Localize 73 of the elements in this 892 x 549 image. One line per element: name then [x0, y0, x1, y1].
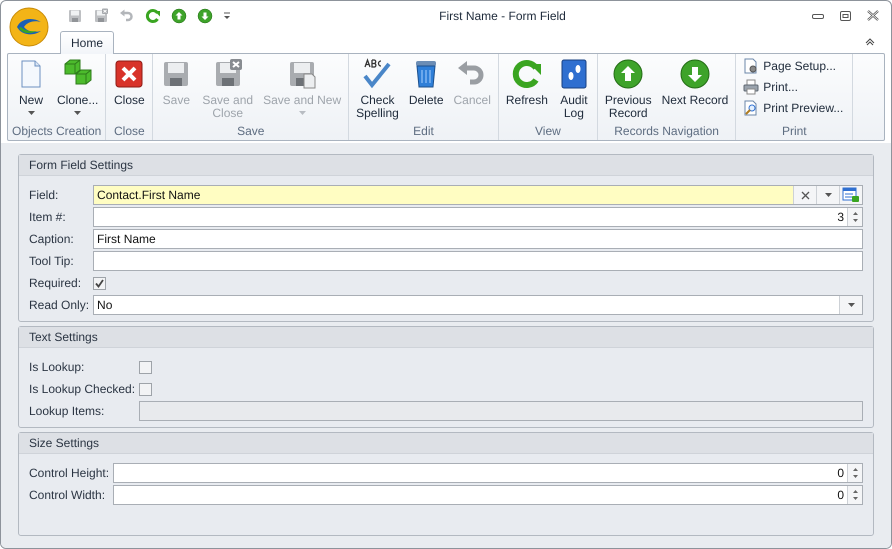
ribbon-small-button[interactable]: Print Preview...: [743, 100, 844, 116]
minimize-icon[interactable]: [812, 12, 824, 20]
spin-arrows-icon[interactable]: [852, 489, 858, 501]
group-header: Form Field Settings: [19, 155, 873, 176]
ribbon-tab[interactable]: Home: [60, 31, 114, 54]
app-logo[interactable]: [9, 7, 49, 47]
ribbon-button[interactable]: Next Record: [658, 58, 732, 122]
quick-access-button[interactable]: [195, 8, 215, 24]
field-label: Item #:: [29, 210, 67, 224]
dropdown-caret-icon[interactable]: [824, 193, 832, 197]
checkbox[interactable]: [139, 382, 152, 396]
caret-icon: [74, 111, 82, 115]
ribbon-small-button[interactable]: Print...: [743, 79, 844, 95]
group-label: View: [534, 123, 562, 140]
group-label: Close: [113, 123, 146, 140]
ribbon-small-button[interactable]: Page Setup...: [743, 58, 844, 74]
number-field[interactable]: 3: [93, 207, 863, 227]
field-label: Lookup Items:: [29, 404, 106, 418]
field-label: Read Only:: [29, 298, 90, 312]
ribbon-button[interactable]: Previous Record: [600, 58, 656, 122]
checkbox[interactable]: [139, 360, 152, 374]
group-label: Objects Creation: [11, 123, 102, 140]
refresh-icon: [145, 8, 161, 24]
field-label: Control Height:: [29, 466, 110, 480]
collapse-ribbon-icon[interactable]: [865, 38, 875, 46]
undo-arrow-icon: [119, 8, 135, 24]
ribbon-button[interactable]: Close: [109, 58, 150, 122]
restore-icon[interactable]: [840, 10, 851, 20]
quick-access-button[interactable]: [169, 8, 189, 24]
text-field[interactable]: [93, 251, 863, 271]
field-label: Tool Tip:: [29, 254, 75, 268]
spin-arrows-icon[interactable]: [852, 467, 858, 479]
ribbon-button[interactable]: Check Spelling: [352, 58, 403, 122]
print-preview-icon: [743, 100, 760, 116]
window-title: First Name - Form Field: [438, 8, 567, 22]
close-icon[interactable]: [867, 10, 879, 21]
quick-access-button[interactable]: [221, 12, 233, 20]
number-field[interactable]: 0: [113, 485, 863, 505]
field-label: Caption:: [29, 232, 75, 246]
ribbon-button[interactable]: New: [11, 58, 51, 122]
page-gear-icon: [743, 58, 760, 74]
dropdown-caret-icon[interactable]: [848, 303, 854, 307]
ribbon-button[interactable]: Audit Log: [554, 58, 594, 122]
ribbon-button[interactable]: Refresh: [502, 58, 552, 122]
group-label: Print: [780, 123, 808, 140]
dropdown-field[interactable]: No: [93, 295, 863, 315]
text-field[interactable]: First Name: [93, 229, 863, 249]
close-icon: [113, 58, 146, 90]
ribbon-button[interactable]: Clone...: [53, 58, 102, 122]
spelling-check-icon: [361, 58, 394, 90]
group-header: Text Settings: [19, 327, 873, 348]
field-label: Is Lookup:: [29, 360, 86, 374]
refresh-icon: [510, 58, 543, 90]
caret-icon: [28, 111, 34, 115]
caret-icon: [298, 111, 306, 115]
spin-arrows-icon[interactable]: [852, 211, 858, 223]
field-label: Control Width:: [29, 488, 106, 502]
clear-icon[interactable]: [800, 190, 810, 200]
quick-access-button[interactable]: [143, 8, 163, 24]
group-label: Records Navigation: [613, 123, 720, 140]
printer-icon: [743, 79, 760, 95]
field-label: Required:: [29, 276, 82, 290]
customize-caret-icon: [223, 12, 231, 20]
group-header: Size Settings: [19, 433, 873, 454]
checkbox[interactable]: [93, 276, 106, 290]
field-label: Is Lookup Checked:: [29, 382, 136, 396]
list-icon[interactable]: [842, 187, 860, 203]
number-field[interactable]: 0: [113, 463, 863, 483]
lookup-field[interactable]: Contact.First Name: [93, 185, 863, 205]
ribbon-button[interactable]: Delete: [404, 58, 448, 122]
group-label: Edit: [412, 123, 435, 140]
group-label: Save: [236, 123, 266, 140]
field-label: Field:: [29, 188, 60, 202]
